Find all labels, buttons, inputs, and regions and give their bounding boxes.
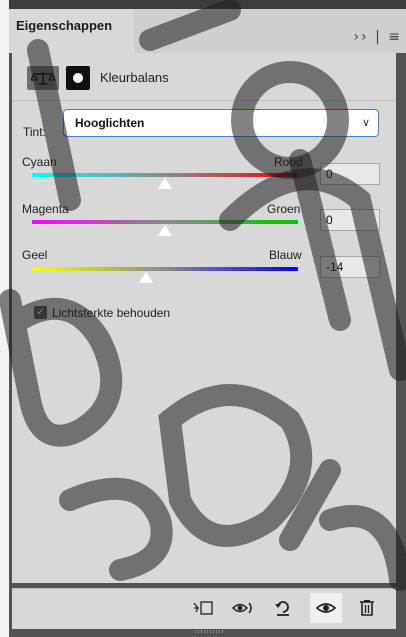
visibility-icon[interactable]	[310, 593, 342, 623]
adjustment-header: Kleurbalans	[12, 53, 396, 93]
magenta-green-value[interactable]: 0	[320, 209, 380, 231]
clip-to-layer-icon[interactable]	[190, 595, 216, 621]
panel-menu-icon[interactable]: ›› | ≡	[353, 29, 402, 45]
tab-bar: Eigenschappen ›› | ≡	[9, 0, 406, 53]
yellow-blue-value[interactable]: -14	[320, 256, 380, 278]
checkbox-checked-icon[interactable]: ✓	[34, 306, 47, 319]
slider-left-label: Magenta	[22, 202, 69, 216]
cyan-red-value[interactable]: 0	[320, 163, 380, 185]
layer-mask-icon[interactable]	[66, 66, 90, 90]
yellow-blue-thumb[interactable]	[139, 272, 154, 283]
magenta-green-track[interactable]	[32, 220, 298, 224]
trash-icon[interactable]	[354, 595, 380, 621]
divider	[12, 100, 396, 101]
yellow-blue-track[interactable]	[32, 267, 298, 271]
preserve-luminosity-label: Lichtsterkte behouden	[52, 306, 171, 320]
reset-icon[interactable]	[270, 595, 296, 621]
magenta-green-thumb[interactable]	[158, 225, 172, 236]
tab-properties[interactable]: Eigenschappen	[9, 9, 134, 53]
slider-left-label: Cyaan	[22, 155, 57, 169]
tab-bar-empty: ›› | ≡	[134, 9, 406, 53]
properties-panel: Eigenschappen ›› | ≡ Kleurbalans Tint: H…	[9, 0, 406, 637]
chevron-down-icon: ∨	[361, 117, 370, 129]
tint-label: Tint:	[23, 125, 46, 139]
tint-value: Hooglichten	[75, 116, 145, 130]
color-balance-icon[interactable]	[27, 66, 59, 90]
cyan-red-track[interactable]	[32, 173, 298, 177]
slider-right-label: Rood	[274, 155, 303, 169]
adjustment-title: Kleurbalans	[100, 70, 169, 85]
panel-footer	[12, 588, 396, 629]
tint-select[interactable]: Hooglichten ∨	[63, 109, 379, 137]
properties-content: Kleurbalans Tint: Hooglichten ∨ Cyaan Ro…	[12, 53, 396, 583]
cyan-red-thumb[interactable]	[158, 178, 172, 189]
slider-right-label: Groen	[267, 202, 301, 216]
view-previous-icon[interactable]	[230, 595, 256, 621]
slider-right-label: Blauw	[269, 248, 302, 262]
resize-grip[interactable]	[195, 630, 225, 633]
slider-left-label: Geel	[22, 248, 48, 262]
